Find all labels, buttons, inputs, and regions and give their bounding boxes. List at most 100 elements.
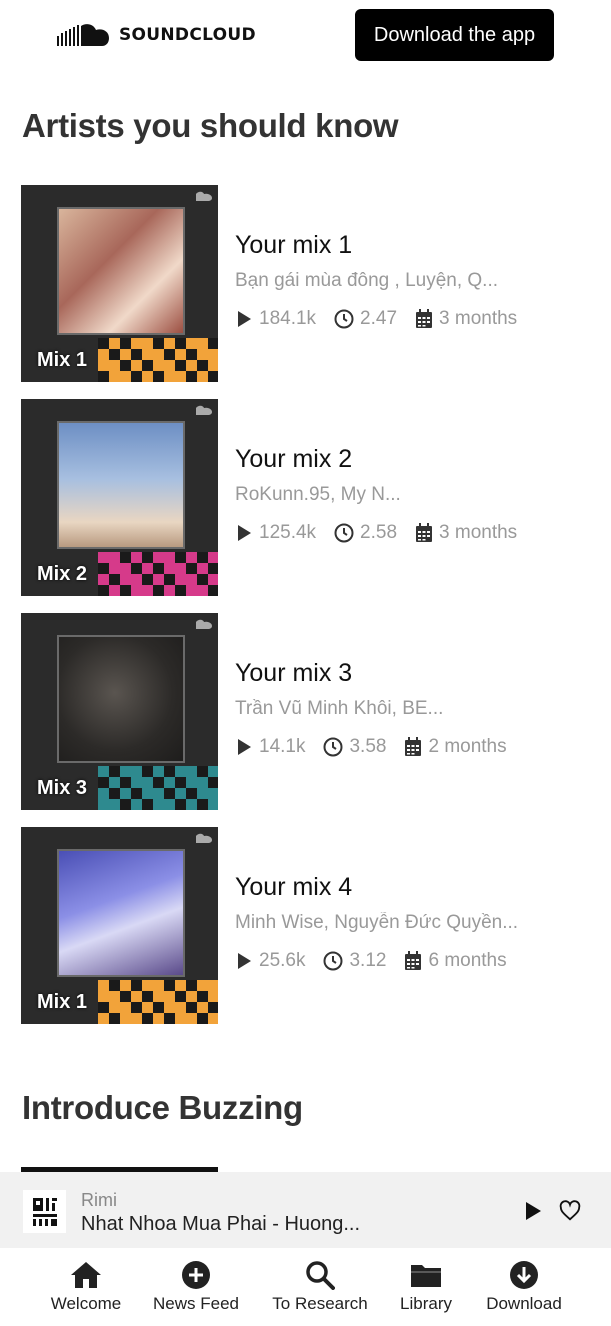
pattern-tile — [153, 980, 164, 991]
search-icon — [306, 1261, 335, 1290]
age-value: 2 months — [428, 736, 507, 757]
duration-value: 3.58 — [349, 736, 387, 757]
pattern-tile — [131, 563, 142, 574]
pattern-tile — [186, 360, 197, 371]
pattern-tile — [98, 360, 109, 371]
pattern-tile — [208, 371, 218, 382]
mix-card[interactable]: Mix 1 Your mix 4 Minh Wise, Nguyễn Đức Q… — [21, 827, 591, 1024]
pattern-tile — [120, 799, 131, 810]
player-artist[interactable]: Rimi — [81, 1190, 117, 1211]
calendar-icon — [416, 523, 433, 542]
cover-label: Mix 1 — [37, 349, 88, 371]
mix-cover[interactable]: Mix 1 — [21, 827, 218, 1024]
mix-title[interactable]: Your mix 3 — [235, 659, 591, 688]
plays-stat: 14.1k — [235, 736, 305, 758]
pattern-tile — [186, 1002, 197, 1013]
pattern-tile — [175, 371, 186, 382]
pattern-tile — [142, 799, 153, 810]
pattern-tile — [186, 371, 197, 382]
mix-artists[interactable]: Minh Wise, Nguyễn Đức Quyền... — [235, 912, 591, 934]
pattern-tile — [164, 338, 175, 349]
pattern-tile — [109, 1013, 120, 1024]
mix-artists[interactable]: Bạn gái mùa đông , Luyện, Q... — [235, 270, 591, 292]
buzzing-section-title: Introduce Buzzing — [22, 1089, 303, 1126]
mix-title[interactable]: Your mix 4 — [235, 873, 591, 902]
mix-cover[interactable]: Mix 1 — [21, 185, 218, 382]
plus-circle-icon — [182, 1261, 210, 1289]
pattern-tile — [142, 585, 153, 596]
pattern-tile — [142, 980, 153, 991]
mix-title[interactable]: Your mix 1 — [235, 231, 591, 260]
nav-download[interactable]: Download — [482, 1260, 566, 1314]
pattern-tile — [109, 371, 120, 382]
nav-label: Welcome — [50, 1294, 122, 1313]
mix-artists[interactable]: RoKunn.95, My N... — [235, 484, 591, 506]
pattern-tile — [175, 552, 186, 563]
pattern-tile — [197, 1013, 208, 1024]
pattern-tile — [208, 1013, 218, 1024]
pattern-tile — [131, 1002, 142, 1013]
pattern-tile — [98, 552, 109, 563]
pattern-tile — [142, 563, 153, 574]
download-circle-icon — [510, 1261, 538, 1289]
nav-to-research[interactable]: To Research — [269, 1260, 371, 1314]
pattern-tile — [164, 788, 175, 799]
nav-library[interactable]: Library — [396, 1260, 456, 1314]
pattern-tile — [164, 574, 175, 585]
pattern-tile — [175, 1002, 186, 1013]
soundcloud-logo[interactable]: SOUNDCLOUD — [57, 22, 256, 48]
cover-art — [57, 849, 185, 977]
pattern-tile — [164, 991, 175, 1002]
soundcloud-small-icon — [196, 191, 212, 201]
pattern-tile — [153, 766, 164, 777]
clock-icon — [334, 523, 354, 543]
download-app-button[interactable]: Download the app — [355, 9, 554, 61]
mix-cover[interactable]: Mix 2 — [21, 399, 218, 596]
pattern-tile — [109, 574, 120, 585]
pattern-tile — [98, 991, 109, 1002]
pattern-tile — [208, 585, 218, 596]
mix-info: Your mix 3 Trần Vũ Minh Khôi, BE... 14.1… — [235, 659, 591, 758]
pattern-tile — [142, 766, 153, 777]
home-icon — [71, 1262, 101, 1288]
heart-icon[interactable] — [559, 1200, 581, 1222]
pattern-tile — [109, 777, 120, 788]
mix-title[interactable]: Your mix 2 — [235, 445, 591, 474]
pattern-tile — [131, 552, 142, 563]
mix-card[interactable]: Mix 3 Your mix 3 Trần Vũ Minh Khôi, BE..… — [21, 613, 591, 810]
mix-card[interactable]: Mix 1 Your mix 1 Bạn gái mùa đông , Luyệ… — [21, 185, 591, 382]
pattern-tile — [98, 349, 109, 360]
nav-news-feed[interactable]: News Feed — [150, 1260, 242, 1314]
nav-welcome[interactable]: Welcome — [47, 1260, 125, 1314]
pattern-tile — [164, 349, 175, 360]
cover-label: Mix 1 — [37, 991, 88, 1013]
calendar-icon — [405, 737, 422, 756]
pattern-tile — [98, 788, 109, 799]
pattern-tile — [131, 574, 142, 585]
pattern-tile — [131, 799, 142, 810]
pattern-tile — [164, 1002, 175, 1013]
pattern-tile — [109, 585, 120, 596]
pattern-tile — [131, 360, 142, 371]
pattern-tile — [197, 766, 208, 777]
mix-artists[interactable]: Trần Vũ Minh Khôi, BE... — [235, 698, 591, 720]
mini-player[interactable]: Rimi Nhat Nhoa Mua Phai - Huong... — [0, 1172, 611, 1248]
mix-card[interactable]: Mix 2 Your mix 2 RoKunn.95, My N... 125.… — [21, 399, 591, 596]
track-artwork[interactable] — [23, 1190, 66, 1233]
cover-label: Mix 3 — [37, 777, 88, 799]
mix-stats: 184.1k 2.47 3 months — [235, 308, 591, 330]
pattern-tile — [109, 788, 120, 799]
pattern-tile — [186, 788, 197, 799]
pattern-tile — [208, 574, 218, 585]
pattern-tile — [208, 980, 218, 991]
pattern-tile — [98, 338, 109, 349]
pattern-tile — [164, 980, 175, 991]
play-icon[interactable] — [523, 1201, 543, 1221]
pattern-tile — [120, 574, 131, 585]
pattern-tile — [131, 788, 142, 799]
pattern-tile — [153, 349, 164, 360]
pattern-tile — [142, 991, 153, 1002]
mix-cover[interactable]: Mix 3 — [21, 613, 218, 810]
pattern-tile — [175, 360, 186, 371]
player-track-title[interactable]: Nhat Nhoa Mua Phai - Huong... — [81, 1213, 360, 1236]
